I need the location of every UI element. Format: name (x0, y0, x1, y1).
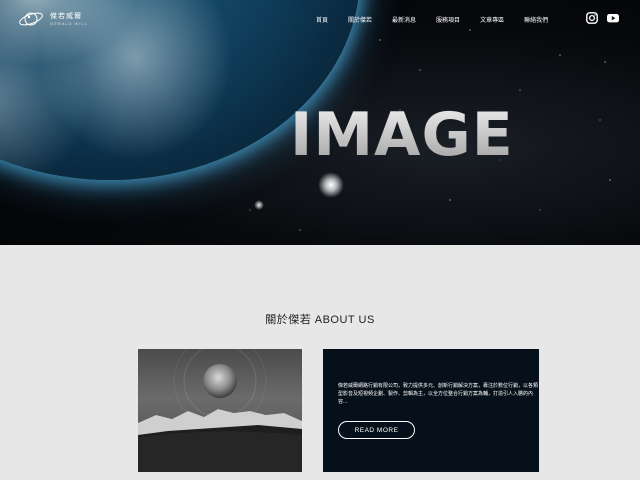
nav-item-services[interactable]: 服務項目 (436, 15, 460, 24)
about-photo (138, 349, 302, 472)
nav-item-articles[interactable]: 文章專區 (480, 15, 504, 24)
moon-mountain-image (138, 349, 302, 472)
brand-name-cn: 傑若威爾 (50, 12, 82, 20)
about-card: 傑若威爾網路行銷有限公司，致力提供多元、創新行銷解決方案，專注於數位行銷，以各類… (323, 349, 539, 472)
light-glow-small (254, 200, 264, 210)
light-glow (318, 172, 344, 198)
top-navigation: 傑若威爾 GERALD WILL 首頁 關於傑若 最新消息 服務項目 文章專區 … (0, 0, 640, 38)
brand-name-en: GERALD WILL (50, 20, 88, 26)
brand-logo[interactable]: 傑若威爾 GERALD WILL (18, 9, 88, 29)
youtube-icon[interactable] (606, 12, 620, 24)
about-section-title: 關於傑若 ABOUT US (265, 314, 375, 326)
hero-image-text: IMAGE (290, 100, 514, 170)
main-menu: 首頁 關於傑若 最新消息 服務項目 文章專區 聯絡我們 (316, 15, 548, 24)
nav-item-about[interactable]: 關於傑若 (348, 15, 372, 24)
instagram-icon[interactable] (586, 12, 598, 24)
nav-item-contact[interactable]: 聯絡我們 (524, 15, 548, 24)
read-more-button[interactable]: READ MORE (338, 421, 415, 439)
nav-item-home[interactable]: 首頁 (316, 15, 328, 24)
about-description: 傑若威爾網路行銷有限公司，致力提供多元、創新行銷解決方案，專注於數位行銷，以各類… (338, 383, 539, 405)
planet-logo-icon (19, 12, 43, 26)
social-links (586, 12, 620, 24)
nav-item-news[interactable]: 最新消息 (392, 15, 416, 24)
